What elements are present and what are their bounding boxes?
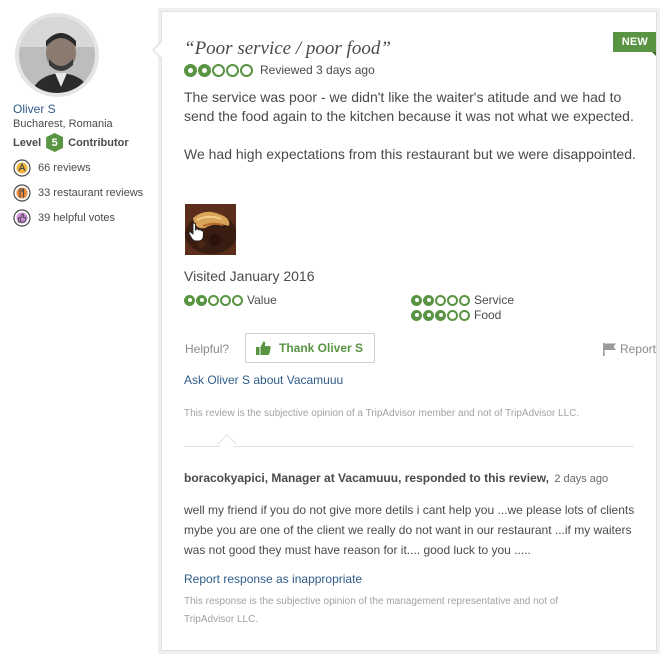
review-badge-icon [13,159,31,177]
empty-bubble-icon [220,294,231,306]
empty-bubble-icon [435,294,446,306]
restaurant-icon [13,184,31,202]
bubble-rating [184,63,254,77]
ask-member-link[interactable]: Ask Oliver S about Vacamuuu [184,373,343,387]
bubble-rating [411,294,471,306]
response-author: boracokyapici, Manager at Vacamuuu, resp… [184,471,549,485]
review-date: Reviewed 3 days ago [260,63,375,77]
filled-bubble-icon [411,309,422,321]
empty-bubble-icon [447,309,458,321]
response-header: boracokyapici, Manager at Vacamuuu, resp… [184,471,608,485]
review-card: NEW “Poor service / poor food” Reviewed … [152,11,657,651]
stat-restaurant-reviews[interactable]: 33 restaurant reviews [13,184,153,202]
report-link[interactable]: Report [602,342,656,356]
filled-bubble-icon [435,309,446,321]
report-label: Report [619,342,656,356]
helpful-row: Helpful? Thank Oliver S Report [184,333,656,363]
stat-reviews-text: 66 reviews [38,162,91,174]
response-text: well my friend if you do not give more d… [184,503,635,557]
empty-bubble-icon [208,294,219,306]
filled-bubble-icon [196,294,207,306]
review-title[interactable]: “Poor service / poor food” [184,38,391,60]
filled-bubble-icon [423,309,434,321]
review-paragraph: The service was poor - we didn't like th… [184,89,634,124]
level-badge: 5 [46,133,64,152]
filled-bubble-icon [423,294,434,306]
empty-bubble-icon [459,294,470,306]
sub-rating-label: Food [474,308,502,322]
member-name[interactable]: Oliver S [13,102,153,116]
filled-bubble-icon [198,63,211,77]
filled-bubble-icon [184,294,195,306]
empty-bubble-icon [212,63,225,77]
level-suffix: Contributor [68,136,129,149]
filled-bubble-icon [411,294,422,306]
visited-date: Visited January 2016 [184,268,315,284]
empty-bubble-icon [232,294,243,306]
new-badge: NEW [612,32,657,56]
stat-restaurant-text: 33 restaurant reviews [38,187,144,199]
empty-bubble-icon [447,294,458,306]
thank-button[interactable]: Thank Oliver S [245,333,375,363]
level-prefix: Level [13,136,42,149]
bubble-rating [184,294,244,306]
hand-cursor-icon [188,222,204,242]
stat-reviews[interactable]: 66 reviews [13,159,153,177]
card-pointer [152,40,163,60]
thank-button-label: Thank Oliver S [279,341,364,355]
empty-bubble-icon [240,63,253,77]
report-response-link[interactable]: Report response as inappropriate [184,572,362,586]
review-disclaimer: This review is the subjective opinion of… [184,408,580,419]
review-paragraph: We had high expectations from this resta… [184,146,636,162]
filled-bubble-icon [184,63,197,77]
sub-rating-label: Value [247,293,277,307]
response-disclaimer: This response is the subjective opinion … [184,596,559,625]
stat-helpful-votes[interactable]: 39 helpful votes [13,209,153,227]
sub-rating-value: Value [184,293,277,307]
response-date: 2 days ago [554,473,609,485]
stat-helpful-text: 39 helpful votes [38,212,116,224]
sub-rating-label: Service [474,293,515,307]
review-rating-line: Reviewed 3 days ago [184,63,375,77]
thumbs-up-icon [13,209,31,227]
empty-bubble-icon [226,63,239,77]
helpful-label: Helpful? [185,342,230,356]
member-info: Oliver S Bucharest, Romania Level 5 Cont… [13,13,153,227]
avatar[interactable] [15,13,99,97]
review-body: The service was poor - we didn't like th… [184,88,644,164]
divider [184,446,634,447]
sub-rating-service: Service [411,293,514,307]
member-location: Bucharest, Romania [13,118,113,130]
sub-rating-food: Food [411,308,501,322]
flag-icon [602,342,616,356]
thumbs-up-icon [256,341,271,355]
bubble-rating [411,309,471,321]
divider-notch [217,434,237,454]
contributor-level: Level 5 Contributor [13,133,153,152]
empty-bubble-icon [459,309,470,321]
